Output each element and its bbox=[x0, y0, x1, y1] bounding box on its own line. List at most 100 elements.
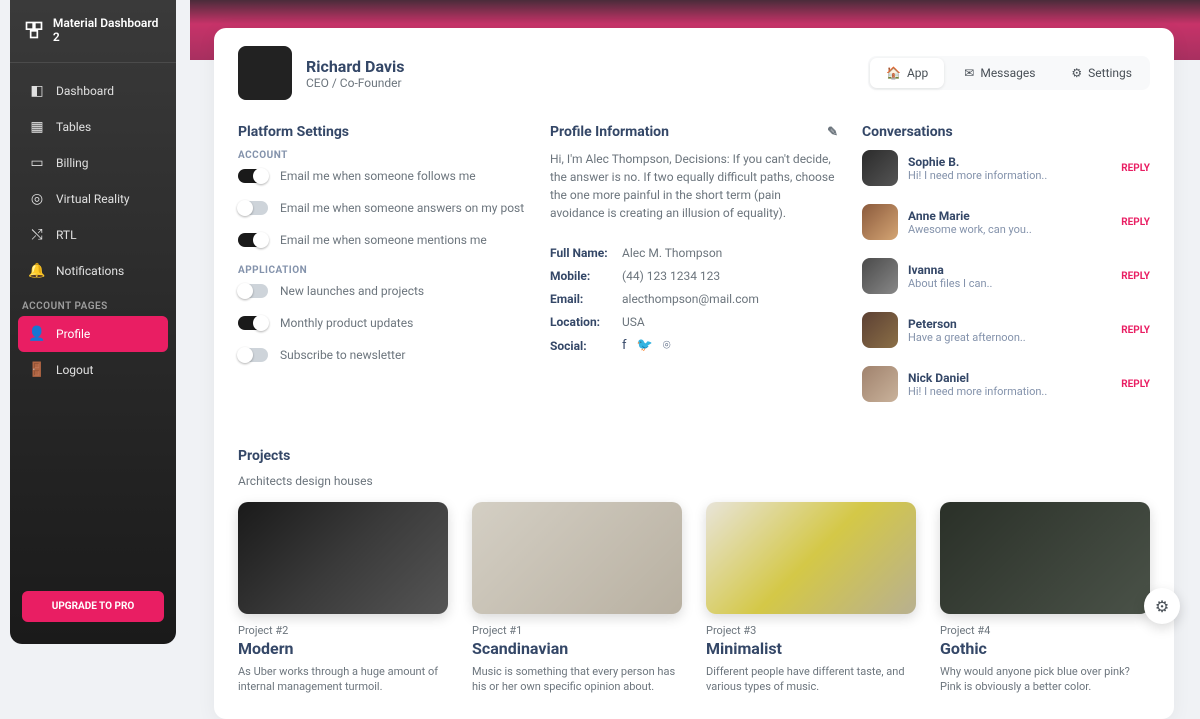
setting-label: Email me when someone mentions me bbox=[280, 233, 487, 247]
conversation-item: Nick DanielHi! I need more information..… bbox=[862, 366, 1150, 402]
project-number: Project #4 bbox=[940, 624, 1150, 637]
tab-app[interactable]: 🏠 App bbox=[870, 58, 944, 88]
reply-button[interactable]: REPLY bbox=[1121, 379, 1150, 390]
facebook-icon[interactable]: f bbox=[622, 338, 627, 353]
conversation-name: Sophie B. bbox=[908, 155, 1111, 169]
sidebar-item-label: Dashboard bbox=[56, 84, 114, 98]
project-card[interactable]: Project #1 Scandinavian Music is somethi… bbox=[472, 502, 682, 695]
edit-icon[interactable]: ✎ bbox=[827, 125, 838, 140]
conversations: Conversations Sophie B.Hi! I need more i… bbox=[862, 124, 1150, 420]
toggle-updates[interactable] bbox=[238, 316, 268, 330]
project-desc: Different people have different taste, a… bbox=[706, 664, 916, 695]
project-image bbox=[472, 502, 682, 614]
project-name: Minimalist bbox=[706, 639, 916, 658]
setting-row: Email me when someone mentions me bbox=[238, 233, 526, 247]
info-label: Full Name: bbox=[550, 246, 614, 260]
sidebar-item-vr[interactable]: ◎Virtual Reality bbox=[18, 181, 168, 217]
toggle-follows[interactable] bbox=[238, 169, 268, 183]
vr-icon: ◎ bbox=[28, 190, 46, 208]
sidebar-item-label: Billing bbox=[56, 156, 89, 170]
sidebar-item-label: RTL bbox=[56, 228, 77, 242]
setting-row: New launches and projects bbox=[238, 284, 526, 298]
conversation-name: Nick Daniel bbox=[908, 371, 1111, 385]
sidebar: Material Dashboard 2 ◧Dashboard ▦Tables … bbox=[10, 0, 176, 644]
home-icon: 🏠 bbox=[886, 66, 901, 80]
conversation-item: PetersonHave a great afternoon..REPLY bbox=[862, 312, 1150, 348]
reply-button[interactable]: REPLY bbox=[1121, 325, 1150, 336]
project-card[interactable]: Project #3 Minimalist Different people h… bbox=[706, 502, 916, 695]
twitter-icon[interactable]: 🐦 bbox=[637, 338, 653, 353]
conversation-name: Ivanna bbox=[908, 263, 1111, 277]
toggle-newsletter[interactable] bbox=[238, 348, 268, 362]
conversation-msg: Hi! I need more information.. bbox=[908, 385, 1111, 398]
sidebar-item-dashboard[interactable]: ◧ Dashboard bbox=[18, 73, 168, 109]
setting-row: Email me when someone answers on my post bbox=[238, 201, 526, 215]
info-label: Mobile: bbox=[550, 269, 614, 283]
reply-button[interactable]: REPLY bbox=[1121, 271, 1150, 282]
sidebar-item-notifications[interactable]: 🔔Notifications bbox=[18, 253, 168, 289]
main-card: Richard Davis CEO / Co-Founder 🏠App ✉Mes… bbox=[214, 28, 1174, 719]
project-number: Project #1 bbox=[472, 624, 682, 637]
tab-label: App bbox=[907, 66, 928, 80]
conversation-msg: About files I can.. bbox=[908, 277, 1111, 290]
reply-button[interactable]: REPLY bbox=[1121, 163, 1150, 174]
section-title: Projects bbox=[238, 448, 1150, 464]
tab-settings[interactable]: ⚙Settings bbox=[1055, 58, 1148, 88]
upgrade-button[interactable]: UPGRADE TO PRO bbox=[22, 591, 164, 622]
project-card[interactable]: Project #4 Gothic Why would anyone pick … bbox=[940, 502, 1150, 695]
conversation-msg: Awesome work, can you.. bbox=[908, 223, 1111, 236]
info-label: Location: bbox=[550, 315, 614, 329]
project-number: Project #3 bbox=[706, 624, 916, 637]
person-icon: 👤 bbox=[28, 325, 46, 343]
subheader-application: APPLICATION bbox=[238, 265, 526, 276]
profile-bio: Hi, I'm Alec Thompson, Decisions: If you… bbox=[550, 150, 838, 222]
conversation-item: Sophie B.Hi! I need more information..RE… bbox=[862, 150, 1150, 186]
setting-label: New launches and projects bbox=[280, 284, 424, 298]
setting-row: Email me when someone follows me bbox=[238, 169, 526, 183]
sidebar-item-tables[interactable]: ▦Tables bbox=[18, 109, 168, 145]
brand-icon bbox=[24, 19, 45, 41]
setting-label: Email me when someone follows me bbox=[280, 169, 476, 183]
project-name: Gothic bbox=[940, 639, 1150, 658]
projects-subtitle: Architects design houses bbox=[238, 474, 1150, 488]
sidebar-item-logout[interactable]: 🚪Logout bbox=[18, 352, 168, 388]
nav-section-header: ACCOUNT PAGES bbox=[10, 289, 176, 316]
sidebar-item-label: Notifications bbox=[56, 264, 124, 278]
profile-information: Profile Information✎ Hi, I'm Alec Thomps… bbox=[550, 124, 838, 420]
gear-icon: ⚙ bbox=[1155, 597, 1169, 616]
avatar bbox=[862, 366, 898, 402]
avatar bbox=[862, 312, 898, 348]
setting-label: Subscribe to newsletter bbox=[280, 348, 405, 362]
tabs: 🏠 App ✉Messages ⚙Settings bbox=[868, 56, 1150, 90]
info-value: alecthompson@mail.com bbox=[622, 292, 759, 306]
conversation-name: Peterson bbox=[908, 317, 1111, 331]
conversation-name: Anne Marie bbox=[908, 209, 1111, 223]
settings-fab[interactable]: ⚙ bbox=[1144, 588, 1180, 624]
billing-icon: ▭ bbox=[28, 154, 46, 172]
setting-label: Monthly product updates bbox=[280, 316, 413, 330]
info-value: Alec M. Thompson bbox=[622, 246, 722, 260]
section-title: Platform Settings bbox=[238, 124, 526, 140]
info-value: (44) 123 1234 123 bbox=[622, 269, 720, 283]
sidebar-item-billing[interactable]: ▭ Billing bbox=[18, 145, 168, 181]
platform-settings: Platform Settings ACCOUNT Email me when … bbox=[238, 124, 526, 420]
info-label: Email: bbox=[550, 292, 614, 306]
reply-button[interactable]: REPLY bbox=[1121, 217, 1150, 228]
project-card[interactable]: Project #2 Modern As Uber works through … bbox=[238, 502, 448, 695]
sidebar-item-label: Profile bbox=[56, 327, 90, 341]
info-value: USA bbox=[622, 315, 645, 329]
avatar bbox=[238, 46, 292, 100]
project-desc: Why would anyone pick blue over pink? Pi… bbox=[940, 664, 1150, 695]
toggle-answers[interactable] bbox=[238, 201, 268, 215]
instagram-icon[interactable]: ⌾ bbox=[663, 338, 671, 353]
dashboard-icon: ◧ bbox=[28, 82, 46, 100]
tab-label: Messages bbox=[980, 66, 1035, 80]
logout-icon: 🚪 bbox=[28, 361, 46, 379]
sidebar-item-rtl[interactable]: ⤭RTL bbox=[18, 217, 168, 253]
toggle-mentions[interactable] bbox=[238, 233, 268, 247]
sidebar-item-profile[interactable]: 👤 Profile bbox=[18, 316, 168, 352]
toggle-launches[interactable] bbox=[238, 284, 268, 298]
setting-label: Email me when someone answers on my post bbox=[280, 201, 524, 215]
avatar bbox=[862, 204, 898, 240]
tab-messages[interactable]: ✉Messages bbox=[948, 58, 1051, 88]
